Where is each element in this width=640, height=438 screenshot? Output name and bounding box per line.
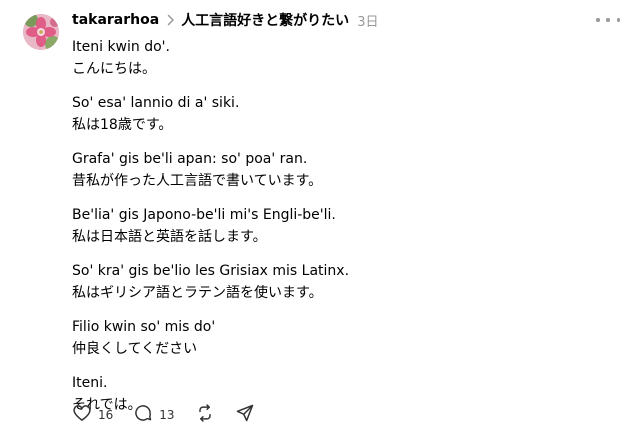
post-line: 仲良くしてください bbox=[72, 341, 198, 357]
post-line: Iteni. bbox=[72, 375, 108, 391]
post-line: 私は日本語と英語を話します。 bbox=[72, 229, 267, 245]
heart-icon bbox=[72, 403, 92, 427]
post-paragraph: Be'lia' gis Japono-be'li mi's Engli-be'l… bbox=[72, 204, 612, 248]
post-line: Filio kwin so' mis do' bbox=[72, 319, 216, 335]
post-line: 昔私が作った人工言語で書いています。 bbox=[72, 173, 323, 189]
avatar[interactable] bbox=[23, 14, 59, 50]
post-line: 私はギリシア語とラテン語を使います。 bbox=[72, 285, 323, 301]
comment-button[interactable]: 13 bbox=[133, 403, 175, 427]
post-paragraph: So' esa' lannio di a' siki. 私は18歳です。 bbox=[72, 92, 612, 136]
username[interactable]: takararhoa bbox=[72, 12, 159, 28]
like-button[interactable]: 16 bbox=[72, 403, 113, 427]
post-paragraph: Filio kwin so' mis do' 仲良くしてください bbox=[72, 316, 612, 360]
share-button[interactable] bbox=[235, 403, 255, 427]
more-icon[interactable] bbox=[596, 12, 620, 28]
repost-button[interactable] bbox=[195, 403, 215, 427]
comment-count: 13 bbox=[159, 408, 175, 422]
post-line: Grafa' gis be'li apan: so' poa' ran. bbox=[72, 151, 308, 167]
post-line: So' esa' lannio di a' siki. bbox=[72, 95, 240, 111]
post-line: こんにちは。 bbox=[72, 61, 156, 77]
post-paragraph: Iteni kwin do'. こんにちは。 bbox=[72, 36, 612, 80]
action-bar: 16 13 bbox=[72, 404, 275, 426]
post-body: Iteni kwin do'. こんにちは。 So' esa' lannio d… bbox=[72, 36, 612, 416]
post-line: Be'lia' gis Japono-be'li mi's Engli-be'l… bbox=[72, 207, 336, 223]
post-line: 私は18歳です。 bbox=[72, 117, 173, 133]
post-time[interactable]: 3日 bbox=[357, 11, 378, 30]
post-paragraph: Grafa' gis be'li apan: so' poa' ran. 昔私が… bbox=[72, 148, 612, 192]
post-paragraph: So' kra' gis be'lio les Grisiax mis Lati… bbox=[72, 260, 612, 304]
community-name[interactable]: 人工言語好きと繋がりたい bbox=[181, 10, 349, 30]
more-dot bbox=[616, 18, 620, 22]
chevron-right-icon bbox=[167, 14, 175, 26]
more-dot bbox=[596, 18, 600, 22]
share-icon bbox=[235, 403, 255, 427]
repost-icon bbox=[195, 403, 215, 427]
post-header: takararhoa 人工言語好きと繋がりたい 3日 bbox=[72, 10, 378, 30]
post-line: So' kra' gis be'lio les Grisiax mis Lati… bbox=[72, 263, 350, 279]
post-line: Iteni kwin do'. bbox=[72, 39, 170, 55]
like-count: 16 bbox=[98, 408, 114, 422]
more-dot bbox=[606, 18, 610, 22]
comment-icon bbox=[133, 403, 153, 427]
